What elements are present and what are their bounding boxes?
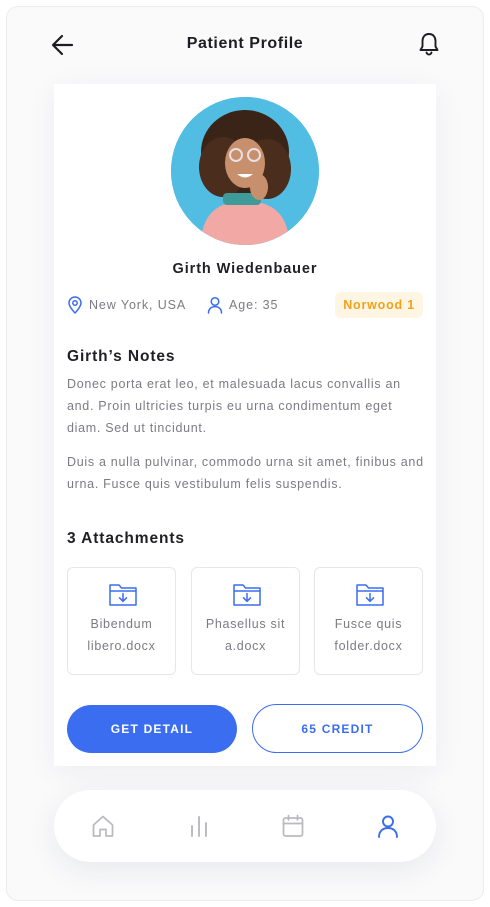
calendar-icon [282, 814, 304, 837]
folder-download-icon [356, 584, 384, 606]
nav-item-home[interactable] [89, 812, 117, 840]
folder-download-icon [109, 584, 137, 606]
user-icon [378, 815, 398, 838]
avatar-photo [171, 97, 319, 245]
attachment-file[interactable]: Fusce quis folder.docx [314, 567, 423, 675]
get-detail-button[interactable]: GET DETAIL [67, 705, 237, 753]
nav-item-stats[interactable] [185, 812, 213, 840]
bar-chart-icon [191, 816, 207, 837]
attachment-file-name: Fusce quis folder.docx [334, 617, 403, 653]
location-text: New York, USA [89, 298, 187, 312]
nav-item-profile[interactable] [374, 812, 402, 840]
nav-item-calendar[interactable] [279, 812, 307, 840]
location-pin-icon [68, 296, 82, 314]
attachment-file-name: Phasellus sit a.docx [205, 617, 286, 653]
age-text: Age: 35 [229, 298, 279, 312]
attachment-file[interactable]: Bibendum libero.docx [67, 567, 176, 675]
attachment-file[interactable]: Phasellus sit a.docx [191, 567, 300, 675]
bell-icon [419, 33, 439, 56]
attachment-file-name: Bibendum libero.docx [87, 617, 156, 653]
patient-name: Girth Wiedenbauer [172, 261, 318, 277]
bottom-nav [54, 790, 436, 862]
attachments-heading: 3 Attachments [67, 530, 185, 547]
location-info: New York, USA [67, 290, 186, 320]
notifications-button[interactable] [417, 31, 441, 57]
notes-heading: Girth’s Notes [67, 348, 176, 365]
attachments-list: Bibendum libero.docx Phasellus sit a.doc… [67, 567, 423, 675]
patient-profile-card: Girth Wiedenbauer New York, USA Age: 35 … [54, 84, 436, 766]
folder-download-icon [233, 584, 261, 606]
notes-paragraph: Donec porta erat leo, et malesuada lacus… [67, 377, 401, 435]
credit-button[interactable]: 65 CREDIT [252, 704, 423, 753]
home-icon [92, 815, 114, 837]
status-badge: Norwood 1 [335, 292, 423, 318]
patient-meta-row: New York, USA Age: 35 Norwood 1 [67, 290, 423, 320]
app-header: Patient Profile [0, 0, 490, 90]
notes-paragraph: Duis a nulla pulvinar, commodo urna sit … [67, 455, 424, 491]
user-icon [207, 296, 223, 314]
patient-avatar [171, 97, 319, 245]
age-info: Age: 35 [207, 290, 278, 320]
